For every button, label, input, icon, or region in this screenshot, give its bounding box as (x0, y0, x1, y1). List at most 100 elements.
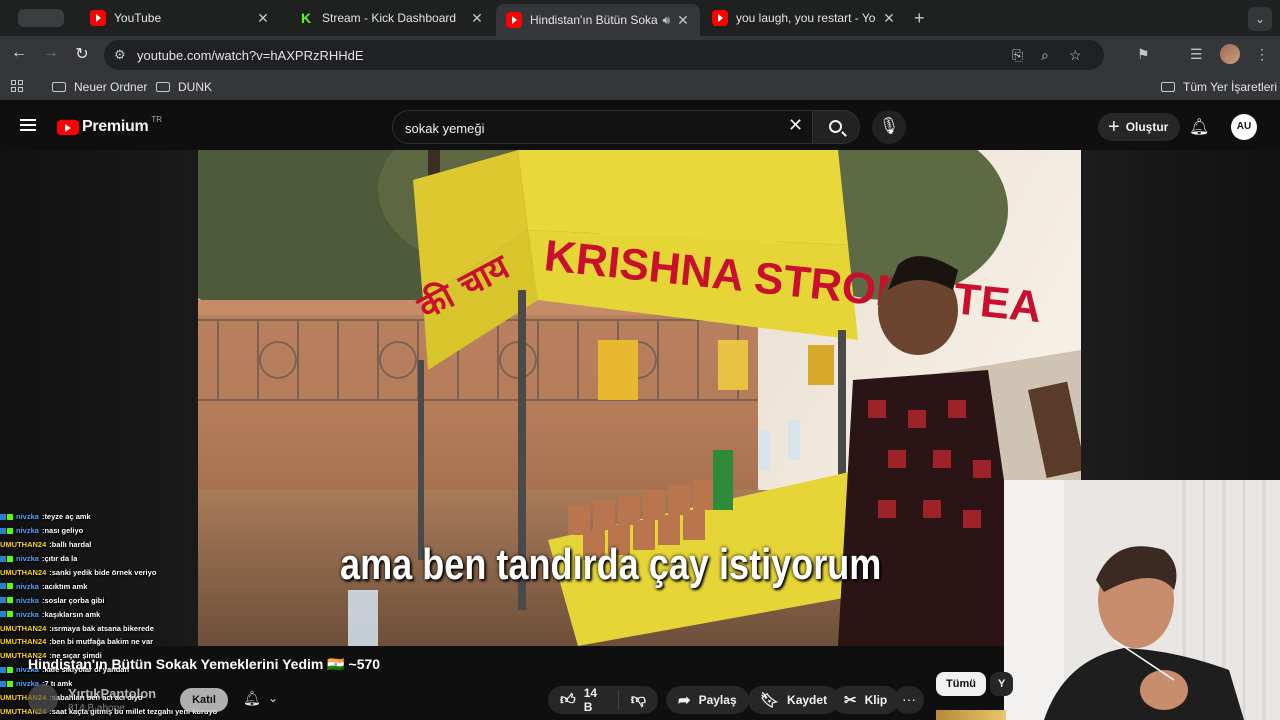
bookmark-star-icon[interactable]: ☆ (1069, 47, 1082, 64)
channel-avatar[interactable] (28, 684, 58, 714)
tab-you-laugh[interactable]: you laugh, you restart - YouTu ✕ (702, 4, 906, 32)
tab-active-video[interactable]: Hindistan'ın Bütün Sokak 🔊︎ ✕ (496, 4, 700, 36)
more-actions-icon[interactable]: ··· (894, 686, 924, 714)
share-label: Paylaş (698, 693, 737, 707)
hamburger-menu-icon[interactable] (20, 119, 36, 131)
youtube-premium-logo[interactable]: Premium TR (57, 115, 162, 136)
tab-title: Hindistan'ın Bütün Sokak (530, 13, 659, 27)
reading-list-icon[interactable]: ☰ (1190, 46, 1203, 63)
chat-badge-icon (7, 597, 13, 604)
chat-badge-icon (7, 583, 13, 590)
search-input[interactable]: sokak yemeği (392, 110, 812, 144)
new-tab-icon[interactable]: + (914, 8, 925, 29)
back-arrow-icon[interactable]: ← (8, 44, 30, 62)
scissors-icon: ✂ (844, 692, 857, 709)
share-icon: ➦ (678, 692, 691, 709)
translate-icon[interactable]: ⚑ (1137, 46, 1150, 63)
reload-icon[interactable]: ↻ (71, 44, 93, 64)
menu-kebab-icon[interactable]: ⋮ (1255, 46, 1269, 63)
clip-button[interactable]: ✂ Klip (832, 686, 900, 714)
forward-arrow-icon[interactable]: → (40, 44, 62, 62)
install-app-icon[interactable]: ⎘ (1012, 47, 1023, 64)
bookmark-label: Neuer Ordner (74, 80, 148, 94)
url-text: youtube.com/watch?v=hAXPRzRHHdE (137, 48, 364, 63)
youtube-icon (712, 10, 728, 26)
chat-badge-icon (7, 666, 13, 673)
save-label: Kaydet (787, 693, 828, 707)
webcam-scene (1004, 480, 1280, 720)
chat-message: nivzka: soslar çorba gibi (0, 593, 290, 607)
bookmark-label: DUNK (178, 80, 213, 94)
chat-username: nivzka (16, 609, 39, 619)
tab-kick-dashboard[interactable]: K Stream - Kick Dashboard ✕ (288, 4, 494, 32)
chat-username: nivzka (16, 526, 39, 536)
account-avatar[interactable]: AU (1231, 114, 1257, 140)
chat-username: nivzka (16, 595, 39, 605)
bookmark-folder-dunk[interactable]: DUNK (156, 80, 212, 94)
create-button[interactable]: + Oluştur (1098, 113, 1181, 141)
chat-badge-icon (7, 527, 13, 534)
site-settings-icon[interactable]: ⚙︎ (114, 47, 126, 63)
chat-text: acıktım amk (44, 581, 88, 591)
close-icon[interactable]: ✕ (882, 10, 896, 27)
chat-username: nivzka (16, 581, 39, 591)
save-button[interactable]: 🔖︎ Kaydet (748, 686, 840, 714)
thumbs-down-icon: 👎︎ (630, 691, 646, 708)
kick-icon: K (298, 10, 314, 26)
dislike-button[interactable]: 👎︎ (619, 691, 658, 709)
chat-text: ısrmaya bak atsana bikerede (51, 623, 154, 633)
address-bar[interactable]: ⚙︎ youtube.com/watch?v=hAXPRzRHHdE ⎘ ⌕ ☆ (104, 40, 1104, 70)
chat-badge-icon (0, 680, 6, 687)
chevron-down-icon[interactable]: ⌄ (268, 691, 278, 705)
chat-badge-icon (0, 597, 6, 604)
chip-next[interactable]: Y (990, 672, 1014, 696)
chat-username: UMUTHAN24 (0, 623, 47, 633)
notifications-bell-icon[interactable]: 🔔︎ (1189, 117, 1209, 137)
clear-search-icon[interactable]: ✕ (788, 116, 803, 134)
clip-label: Klip (864, 693, 888, 707)
chat-message: UMUTHAN24: ballı hardal (0, 538, 290, 552)
subscription-bell-icon[interactable]: 🔔︎ (243, 690, 261, 707)
join-button[interactable]: Katıl (180, 688, 228, 712)
chat-text: ben bi mutfağa bakim ne var (51, 637, 154, 647)
search-button[interactable] (812, 110, 860, 144)
recommended-thumbnail[interactable] (936, 710, 1006, 720)
create-label: Oluştur (1125, 120, 1169, 134)
chat-username: nivzka (16, 512, 39, 522)
chat-username: nivzka (16, 554, 39, 564)
youtube-masthead: Premium TR sokak yemeği ✕ 🎙︎ + Oluştur 🔔… (0, 100, 1280, 150)
channel-name[interactable]: YırtıkPantolon (68, 686, 156, 701)
voice-search-mic-icon[interactable]: 🎙︎ (872, 110, 906, 144)
chat-message: nivzka: çıtır da la (0, 552, 290, 566)
close-icon[interactable]: ✕ (256, 10, 270, 27)
chat-text: sanki yedik bide örnek veriyo (51, 568, 157, 577)
chat-text: kaşıklarsın amk (44, 609, 101, 619)
bookmark-icon: 🔖︎ (760, 692, 780, 709)
tab-search-chevron-icon[interactable]: ⌄ (1248, 7, 1272, 31)
close-icon[interactable]: ✕ (470, 10, 484, 27)
video-title: Hindistan'ın Bütün Sokak Yemeklerini Yed… (28, 656, 381, 672)
tab-title: YouTube (114, 11, 162, 25)
logo-text: Premium (82, 118, 149, 135)
bookmark-folder-neuer-ordner[interactable]: Neuer Ordner (52, 80, 147, 94)
chat-badge-icon (7, 555, 13, 562)
browser-tab-strip: YouTube ✕ K Stream - Kick Dashboard ✕ Hi… (0, 0, 1280, 36)
tab-groups-icon[interactable] (18, 9, 64, 27)
share-button[interactable]: ➦ Paylaş (666, 686, 749, 714)
youtube-icon (506, 12, 522, 28)
profile-avatar[interactable] (1220, 44, 1240, 64)
like-count: 14 B (583, 686, 598, 714)
apps-grid-icon[interactable] (11, 80, 23, 92)
chat-username: UMUTHAN24 (0, 637, 47, 647)
speaker-icon[interactable]: 🔊︎ (662, 13, 670, 28)
close-icon[interactable]: ✕ (676, 12, 690, 29)
tab-title: you laugh, you restart - YouTu (736, 11, 876, 25)
zoom-icon[interactable]: ⌕ (1041, 47, 1049, 64)
chip-all[interactable]: Tümü (936, 672, 986, 696)
like-button[interactable]: 👍︎ 14 B (548, 686, 619, 714)
all-bookmarks[interactable]: Tüm Yer İşaretleri (1161, 80, 1277, 94)
chat-badge-icon (0, 555, 6, 562)
tab-youtube[interactable]: YouTube ✕ (80, 4, 280, 32)
search-icon (829, 120, 842, 133)
thumbs-up-icon: 👍︎ (560, 691, 576, 708)
